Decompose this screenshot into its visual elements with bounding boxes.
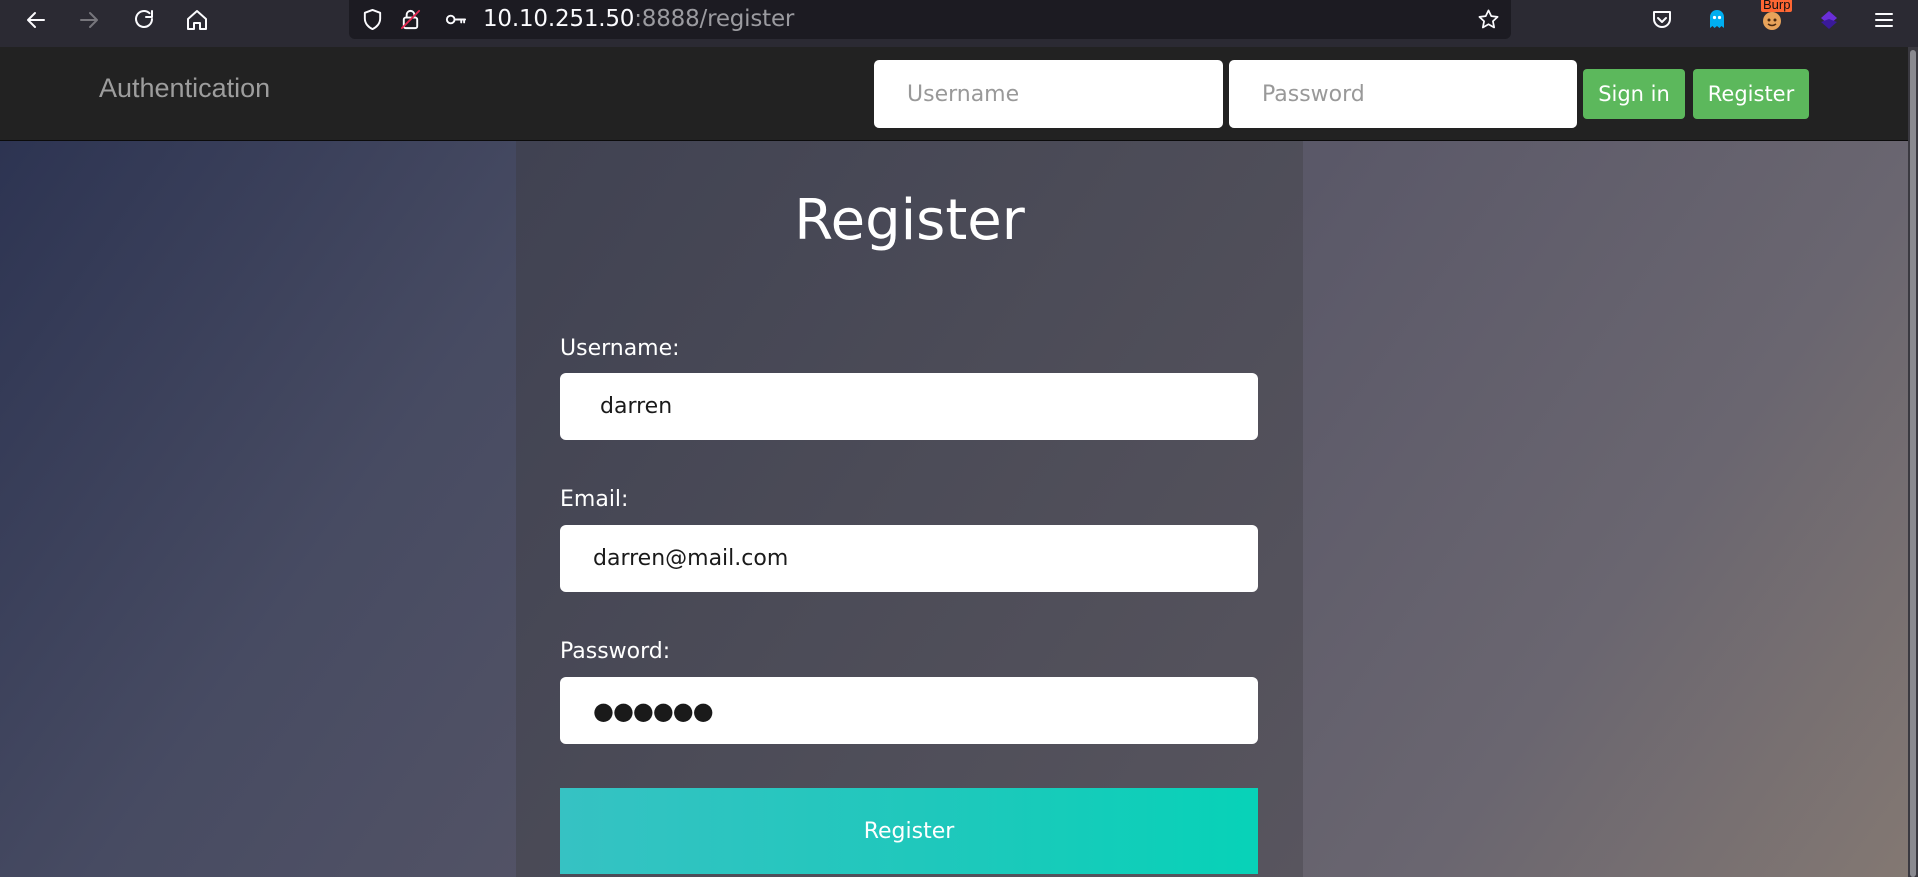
- home-icon[interactable]: [180, 3, 214, 37]
- navbar-register-button[interactable]: Register: [1693, 69, 1809, 119]
- navbar-password-input[interactable]: [1229, 60, 1577, 128]
- shield-icon[interactable]: [358, 5, 386, 33]
- menu-icon[interactable]: [1868, 4, 1900, 36]
- email-field[interactable]: [560, 525, 1258, 592]
- register-submit-button[interactable]: Register: [560, 788, 1258, 874]
- ghostery-icon[interactable]: [1701, 4, 1733, 36]
- site-navbar: Authentication Sign in Register: [0, 47, 1908, 141]
- brand-link[interactable]: Authentication: [99, 68, 270, 108]
- bookmark-star-icon[interactable]: [1474, 5, 1502, 33]
- password-field[interactable]: [560, 677, 1258, 744]
- extension-icon[interactable]: [1813, 4, 1845, 36]
- insecure-lock-icon[interactable]: [396, 5, 424, 33]
- signin-button[interactable]: Sign in: [1583, 69, 1685, 119]
- back-icon[interactable]: [19, 3, 53, 37]
- url-path: :8888/register: [634, 6, 795, 32]
- email-label: Email:: [560, 487, 629, 512]
- pocket-icon[interactable]: [1646, 4, 1678, 36]
- url-bar[interactable]: 10.10.251.50:8888/register: [349, 0, 1511, 39]
- forward-icon[interactable]: [72, 3, 106, 37]
- scrollbar-thumb[interactable]: [1910, 50, 1916, 877]
- username-field[interactable]: [560, 373, 1258, 440]
- url-text[interactable]: 10.10.251.50:8888/register: [483, 4, 794, 34]
- key-icon[interactable]: [441, 5, 469, 33]
- url-host: 10.10.251.50: [483, 6, 635, 32]
- username-label: Username:: [560, 336, 680, 361]
- navbar-username-input[interactable]: [874, 60, 1223, 128]
- password-label: Password:: [560, 639, 671, 664]
- browser-toolbar: 10.10.251.50:8888/register Burp: [0, 0, 1918, 47]
- reload-icon[interactable]: [127, 3, 161, 37]
- burp-badge: Burp: [1761, 0, 1793, 12]
- page-title: Register: [794, 188, 1025, 253]
